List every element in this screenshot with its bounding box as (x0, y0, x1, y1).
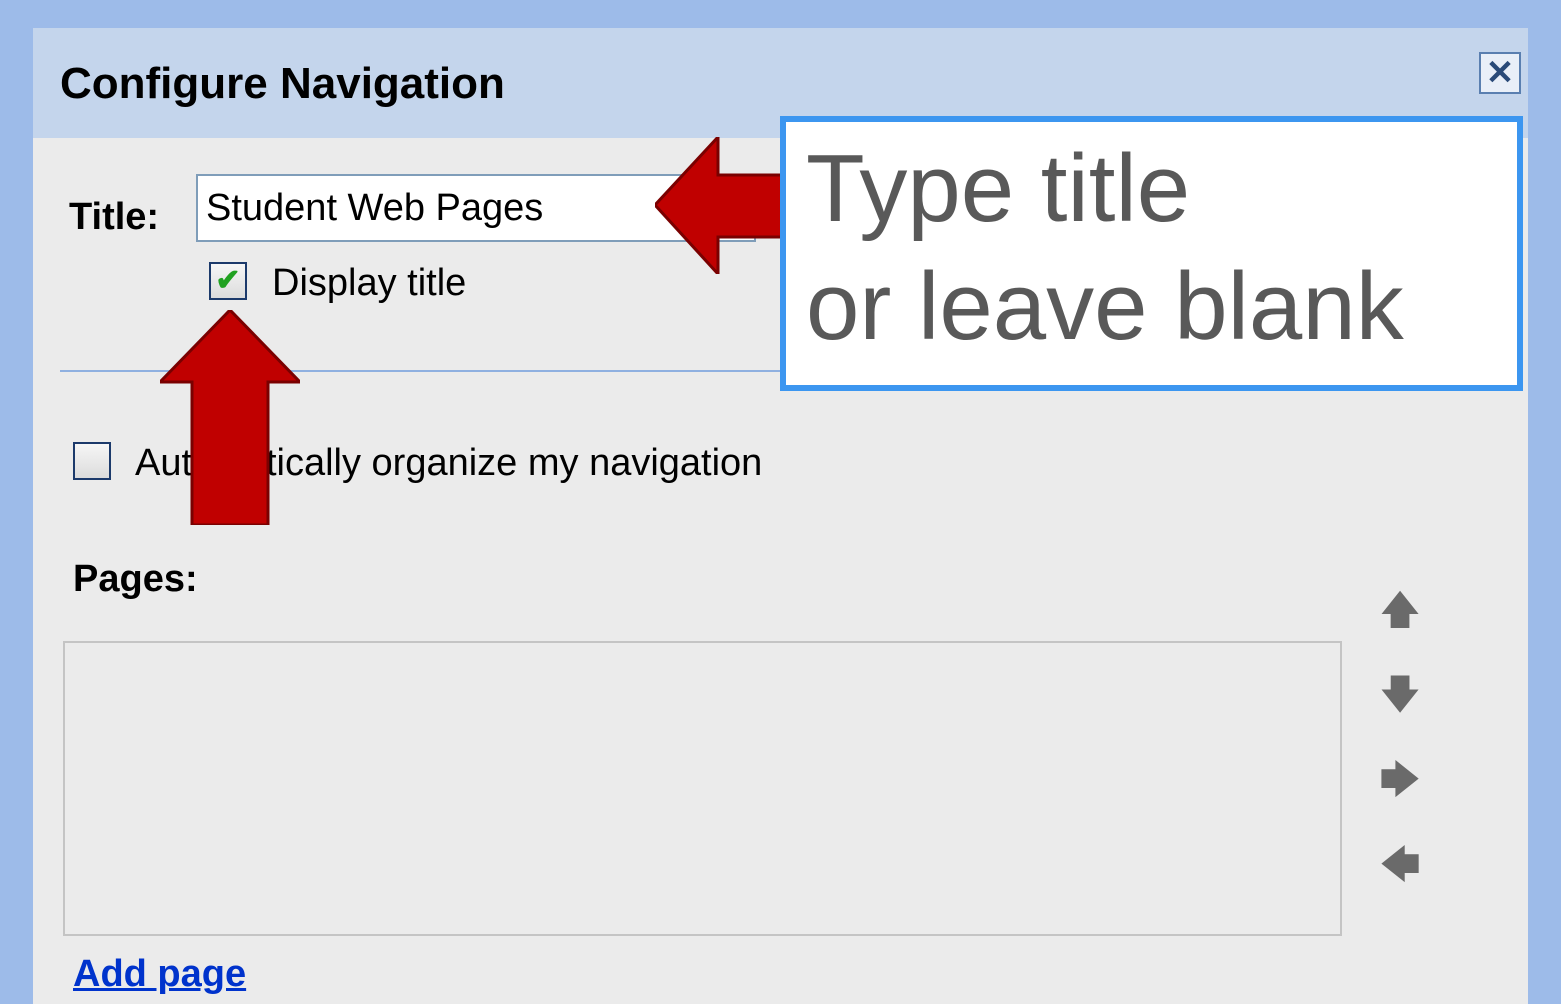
callout-line-1: Type title (806, 135, 1191, 242)
auto-organize-checkbox[interactable] (73, 442, 111, 480)
close-icon[interactable]: ✕ (1479, 52, 1521, 94)
instruction-callout: Type title or leave blank (780, 116, 1523, 391)
pages-label: Pages: (73, 558, 198, 600)
arrow-up-icon[interactable]: 🡅 (1378, 588, 1422, 632)
dialog-title: Configure Navigation (60, 59, 505, 108)
title-label: Title: (69, 196, 160, 238)
arrow-right-icon[interactable]: 🡆 (1378, 758, 1422, 802)
callout-line-2: or leave blank (806, 253, 1404, 360)
red-arrow-up-annotation (160, 310, 300, 525)
display-title-checkbox[interactable]: ✔ (209, 262, 247, 300)
red-arrow-left-annotation (655, 137, 785, 274)
arrow-left-icon[interactable]: 🡄 (1378, 843, 1422, 887)
pages-list[interactable] (63, 641, 1342, 936)
display-title-label: Display title (272, 262, 467, 304)
arrow-down-icon[interactable]: 🡇 (1378, 673, 1422, 717)
add-page-link[interactable]: Add page (73, 953, 246, 996)
checkmark-icon: ✔ (215, 264, 241, 297)
